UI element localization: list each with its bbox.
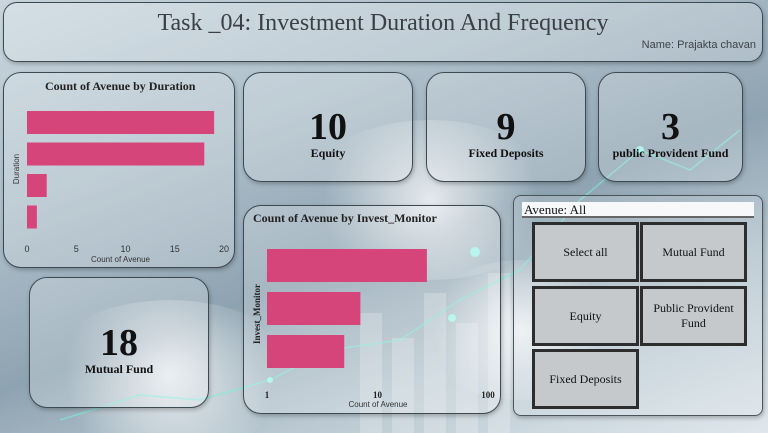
invest-monitor-bar <box>267 249 427 282</box>
slicer-option-mutual-fund[interactable]: Mutual Fund <box>640 222 747 282</box>
duration-x-tick: 10 <box>120 244 130 254</box>
invest-monitor-bar <box>267 335 345 368</box>
kpi-card-equity[interactable]: 10 Equity <box>243 72 413 182</box>
invest-monitor-bar-chart: 1 10 100 Count of Avenue Invest_Monitor <box>252 249 495 409</box>
duration-x-tick: 5 <box>74 244 79 254</box>
kpi-value-equity: 10 <box>309 106 347 148</box>
slicer-option-fixed-deposits[interactable]: Fixed Deposits <box>532 349 639 409</box>
slicer-option-equity[interactable]: Equity <box>532 286 639 346</box>
kpi-value-mutual-fund: 18 <box>100 322 138 364</box>
kpi-card-fixed-deposits[interactable]: 9 Fixed Deposits <box>426 72 586 182</box>
invest-monitor-x-tick: 1 <box>265 390 270 400</box>
duration-bar-chart: 0 5 10 15 20 Count of Avenue Duration <box>12 111 229 264</box>
invest-monitor-x-axis-label: Count of Avenue <box>348 400 408 409</box>
title-bar: Task _04: Investment Duration And Freque… <box>3 2 763 62</box>
page-title: Task _04: Investment Duration And Freque… <box>157 10 609 36</box>
duration-bar <box>27 205 37 229</box>
invest-monitor-x-tick: 100 <box>481 390 495 400</box>
slicer-header: Avenue: All <box>522 202 754 218</box>
slicer-option-select-all[interactable]: Select all <box>532 222 639 282</box>
invest-monitor-chart-card[interactable]: Count of Avenue by Invest_Monitor 1 10 100… <box>243 205 501 414</box>
duration-x-axis-label: Count of Avenue <box>91 255 151 264</box>
duration-x-tick: 15 <box>170 244 180 254</box>
kpi-value-ppf: 3 <box>661 106 680 148</box>
duration-y-axis-label: Duration <box>12 154 21 184</box>
invest-monitor-bar <box>267 292 361 325</box>
duration-bar <box>27 111 215 134</box>
kpi-label-equity: Equity <box>310 146 346 160</box>
kpi-value-fixed-deposits: 9 <box>496 106 516 148</box>
kpi-label-fixed-deposits: Fixed Deposits <box>468 146 544 160</box>
duration-bar <box>27 174 47 197</box>
invest-monitor-x-tick: 10 <box>373 390 383 400</box>
kpi-card-ppf[interactable]: 3 public Provident Fund <box>598 72 743 182</box>
invest-monitor-y-axis-label: Invest_Monitor <box>252 284 262 344</box>
kpi-label-mutual-fund: Mutual Fund <box>84 362 154 376</box>
author-name: Name: Prajakta chavan <box>641 39 756 51</box>
duration-x-tick: 20 <box>219 244 229 254</box>
duration-chart-card[interactable]: Count of Avenue by Duration 0 5 10 15 20 Coun… <box>3 72 235 268</box>
avenue-slicer: Avenue: All Select all Mutual Fund Equit… <box>513 195 763 416</box>
kpi-label-ppf: public Provident Fund <box>612 146 729 160</box>
slicer-option-ppf[interactable]: Public Provident Fund <box>640 286 747 346</box>
kpi-card-mutual-fund[interactable]: 18 Mutual Fund <box>29 277 209 408</box>
duration-x-tick: 0 <box>24 244 29 254</box>
duration-bar <box>27 142 205 166</box>
